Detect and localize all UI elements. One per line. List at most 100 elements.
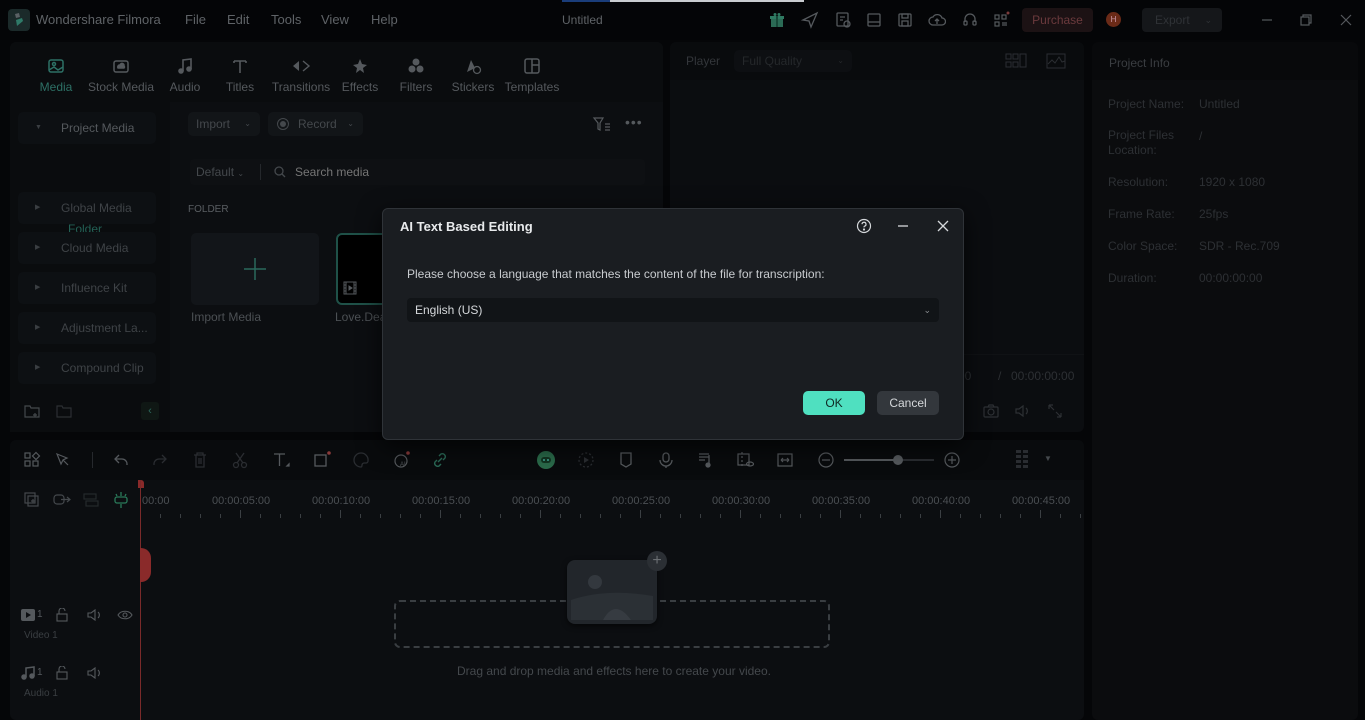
menu-view[interactable]: View xyxy=(321,12,349,27)
multi-view-icon[interactable] xyxy=(1005,52,1027,70)
close-window-icon[interactable] xyxy=(1337,11,1355,29)
menu-file[interactable]: File xyxy=(185,12,206,27)
color-palette-icon[interactable] xyxy=(352,451,370,469)
timeline-ruler[interactable]: 00:00 00:00:05:00 00:00:10:00 00:00:15:00 00… xyxy=(140,480,1084,520)
record-button[interactable]: Record ⌄ xyxy=(268,112,363,136)
ok-button[interactable]: OK xyxy=(803,391,865,415)
task-list-icon[interactable] xyxy=(834,11,852,29)
headset-icon[interactable] xyxy=(961,11,979,29)
track-height-icon[interactable] xyxy=(1014,448,1032,472)
playhead-marker[interactable] xyxy=(140,548,151,582)
fit-timeline-icon[interactable] xyxy=(776,451,794,469)
cloud-upload-icon[interactable] xyxy=(928,11,946,29)
timeline-panel: AI ▼ 00:00 00:00:05:00 00:00:10:00 00:00:15… xyxy=(10,440,1084,720)
export-button[interactable]: Export ⌄ xyxy=(1142,8,1222,32)
filmora-logo-icon xyxy=(8,9,30,31)
tab-stock-media[interactable]: Stock Media xyxy=(86,56,156,94)
import-media-card[interactable] xyxy=(191,233,319,305)
minimize-window-icon[interactable] xyxy=(1258,11,1276,29)
purchase-button[interactable]: Purchase xyxy=(1022,8,1093,32)
lock-icon[interactable] xyxy=(55,608,69,622)
apps-grid-icon[interactable] xyxy=(992,11,1010,29)
save-icon[interactable] xyxy=(896,11,914,29)
microphone-icon[interactable] xyxy=(657,451,675,469)
import-button[interactable]: Import ⌄ xyxy=(188,112,260,136)
eye-icon[interactable] xyxy=(117,608,133,622)
playhead-line[interactable] xyxy=(140,480,141,720)
tab-audio[interactable]: Audio xyxy=(165,56,205,94)
sidebar-item-compound-clip[interactable]: ▶ Compound Clip xyxy=(18,352,156,384)
ruler-tick xyxy=(860,514,861,518)
link-icon[interactable] xyxy=(431,451,449,469)
sidebar-item-adjustment-layer[interactable]: ▶ Adjustment La... xyxy=(18,312,156,344)
redo-icon[interactable] xyxy=(151,451,169,469)
sidebar-item-cloud-media[interactable]: ▶ Cloud Media xyxy=(18,232,156,264)
crop-tool-icon[interactable] xyxy=(313,451,331,469)
sort-dropdown[interactable]: Default ⌄ xyxy=(196,165,244,179)
language-select[interactable]: English (US) ⌄ xyxy=(407,298,939,322)
delete-icon[interactable] xyxy=(191,451,209,469)
mute-icon[interactable] xyxy=(87,666,103,680)
scope-monitor-icon[interactable] xyxy=(1046,52,1066,70)
snapshot-icon[interactable] xyxy=(983,403,999,419)
add-track-icon[interactable] xyxy=(23,491,41,509)
help-icon[interactable] xyxy=(856,218,872,234)
cancel-button[interactable]: Cancel xyxy=(877,391,939,415)
playhead-handle[interactable] xyxy=(138,480,144,488)
auto-render-icon[interactable] xyxy=(577,451,595,469)
tab-effects[interactable]: Effects xyxy=(340,56,380,94)
send-icon[interactable] xyxy=(801,11,819,29)
close-dialog-icon[interactable] xyxy=(935,218,951,234)
zoom-slider-thumb[interactable] xyxy=(893,455,903,465)
link-track-icon[interactable] xyxy=(52,491,72,509)
chevron-down-icon[interactable]: ▼ xyxy=(1044,454,1052,463)
ai-audio-icon[interactable]: AI xyxy=(392,451,410,469)
tab-transitions[interactable]: Transitions xyxy=(270,56,332,94)
filter-sort-icon[interactable] xyxy=(592,115,612,133)
unlink-track-icon[interactable] xyxy=(82,491,100,509)
ruler-tick xyxy=(600,514,601,518)
marker-icon[interactable] xyxy=(617,451,635,469)
zoom-out-icon[interactable] xyxy=(817,451,835,469)
sidebar-item-influence-kit[interactable]: ▶ Influence Kit xyxy=(18,272,156,304)
ruler-tick-label: 00:00:30:00 xyxy=(712,495,771,507)
text-tool-icon[interactable] xyxy=(272,451,290,469)
tab-templates[interactable]: Templates xyxy=(504,56,560,94)
select-tool-icon[interactable] xyxy=(54,451,72,469)
cut-icon[interactable] xyxy=(231,451,249,469)
tab-filters[interactable]: Filters xyxy=(398,56,434,94)
minimize-dialog-icon[interactable] xyxy=(895,218,911,234)
gift-icon[interactable] xyxy=(768,11,786,29)
tab-titles[interactable]: Titles xyxy=(222,56,258,94)
undo-icon[interactable] xyxy=(112,451,130,469)
ai-copilot-icon[interactable] xyxy=(536,450,556,470)
more-options-icon[interactable]: ••• xyxy=(625,114,643,130)
quality-dropdown[interactable]: Full Quality ⌄ xyxy=(734,50,852,72)
menu-edit[interactable]: Edit xyxy=(227,12,249,27)
ruler-tick xyxy=(620,514,621,518)
music-list-icon[interactable] xyxy=(697,451,715,469)
search-media-input[interactable] xyxy=(295,163,625,181)
restore-window-icon[interactable] xyxy=(1297,11,1315,29)
tab-media[interactable]: Media xyxy=(36,56,76,94)
menu-tools[interactable]: Tools xyxy=(271,12,301,27)
collapse-sidebar-button[interactable]: ‹ xyxy=(141,402,159,420)
layout-grid-icon[interactable] xyxy=(23,451,41,469)
new-folder-icon[interactable] xyxy=(23,403,41,419)
mute-icon[interactable] xyxy=(87,608,103,622)
add-media-plus-icon[interactable]: + xyxy=(647,551,667,571)
volume-icon[interactable] xyxy=(1014,403,1032,419)
layout-icon[interactable] xyxy=(865,11,883,29)
fullscreen-icon[interactable] xyxy=(1047,403,1063,419)
lock-icon[interactable] xyxy=(55,666,69,680)
zoom-in-icon[interactable] xyxy=(943,451,961,469)
user-avatar[interactable]: H xyxy=(1106,12,1121,27)
menu-help[interactable]: Help xyxy=(371,12,398,27)
tab-stickers[interactable]: Stickers xyxy=(450,56,496,94)
magnetic-snap-icon[interactable] xyxy=(112,491,130,509)
sidebar-item-project-media[interactable]: ▼ Project Media xyxy=(18,112,156,144)
sidebar-item-global-media[interactable]: ▶ Global Media xyxy=(18,192,156,224)
delete-folder-icon[interactable] xyxy=(55,403,73,419)
filters-icon xyxy=(406,56,426,76)
preview-render-icon[interactable] xyxy=(736,451,754,469)
